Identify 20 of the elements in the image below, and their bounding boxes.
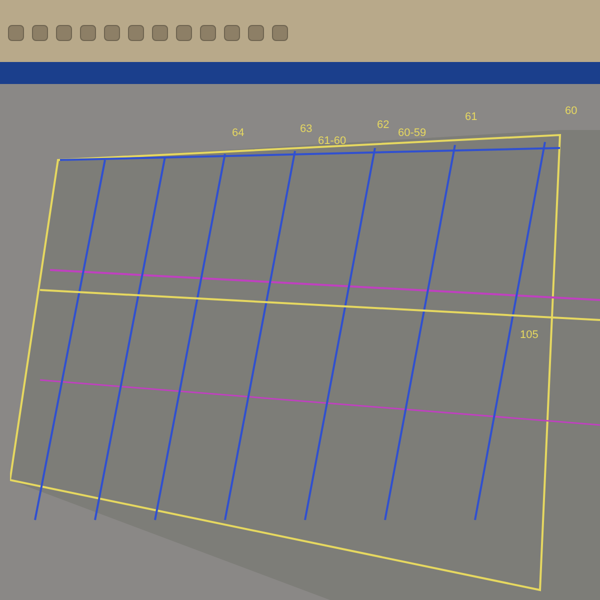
toolbar-button[interactable] xyxy=(224,25,240,41)
toolbar-button[interactable] xyxy=(80,25,96,41)
strip-label: 60-59 xyxy=(398,128,426,139)
toolbar-button[interactable] xyxy=(200,25,216,41)
toolbar-button[interactable] xyxy=(8,25,24,41)
toolbar-button[interactable] xyxy=(128,25,144,41)
strip-label: 105 xyxy=(520,330,538,341)
strip-label: 62 xyxy=(377,120,390,131)
toolbar-button[interactable] xyxy=(104,25,120,41)
strip-label: 61-60 xyxy=(318,136,346,147)
strip-label: 61 xyxy=(465,112,478,123)
toolbar-button[interactable] xyxy=(32,25,48,41)
strip-label: 60 xyxy=(565,106,578,117)
toolbar-button[interactable] xyxy=(56,25,72,41)
toolbar-button[interactable] xyxy=(176,25,192,41)
strip-label: 64 xyxy=(232,128,244,139)
strip-label: 63 xyxy=(300,124,312,135)
toolbar-button[interactable] xyxy=(248,25,264,41)
toolbar-button[interactable] xyxy=(152,25,168,41)
toolbar-button[interactable] xyxy=(272,25,288,41)
